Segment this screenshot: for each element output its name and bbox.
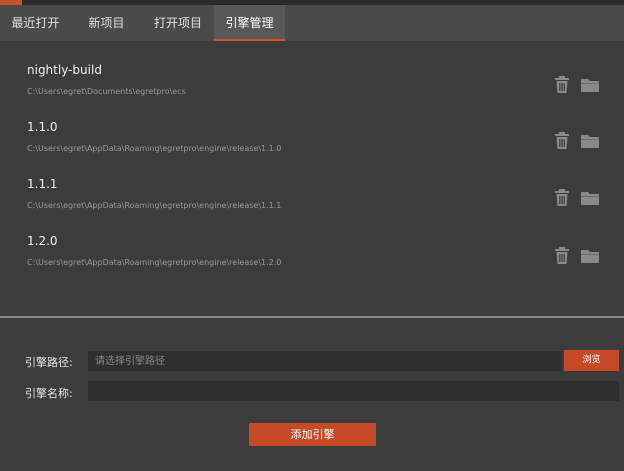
trash-icon[interactable] — [552, 131, 572, 151]
engine-name: 1.2.0 — [27, 234, 58, 248]
engine-path-input[interactable] — [88, 351, 562, 371]
trash-icon[interactable] — [552, 246, 572, 266]
tab-bar: 最近打开 新项目 打开项目 引擎管理 — [0, 5, 624, 41]
trash-icon[interactable] — [552, 75, 572, 95]
engine-name-label: 引擎名称: — [25, 387, 73, 400]
folder-icon[interactable] — [580, 131, 600, 151]
engine-item: 1.1.1 C:\Users\egret\AppData\Roaming\egr… — [0, 155, 624, 211]
tab-new-project[interactable]: 新项目 — [71, 5, 142, 41]
add-engine-form: 引擎路径: 浏览 引擎名称: 添加引擎 — [0, 318, 624, 471]
engine-list: nightly-build C:\Users\egret\Documents\e… — [0, 41, 624, 315]
engine-item: 1.1.0 C:\Users\egret\AppData\Roaming\egr… — [0, 98, 624, 154]
engine-path-label: 引擎路径: — [25, 356, 73, 369]
tab-open-project[interactable]: 打开项目 — [142, 5, 214, 41]
engine-item: nightly-build C:\Users\egret\Documents\e… — [0, 41, 624, 97]
engine-path: C:\Users\egret\AppData\Roaming\egretpro\… — [27, 201, 282, 210]
folder-icon[interactable] — [580, 75, 600, 95]
folder-icon[interactable] — [580, 188, 600, 208]
engine-name: 1.1.1 — [27, 177, 58, 191]
browse-button[interactable]: 浏览 — [564, 350, 619, 371]
engine-path: C:\Users\egret\AppData\Roaming\egretpro\… — [27, 144, 282, 153]
add-engine-button[interactable]: 添加引擎 — [249, 423, 376, 446]
tab-engine-management[interactable]: 引擎管理 — [214, 5, 285, 41]
engine-name: nightly-build — [27, 63, 102, 77]
engine-path: C:\Users\egret\Documents\egretpro\ecs — [27, 87, 186, 96]
tab-recent[interactable]: 最近打开 — [0, 5, 71, 41]
engine-name-input[interactable] — [88, 381, 619, 401]
trash-icon[interactable] — [552, 188, 572, 208]
engine-path: C:\Users\egret\AppData\Roaming\egretpro\… — [27, 258, 282, 267]
folder-icon[interactable] — [580, 246, 600, 266]
engine-name: 1.1.0 — [27, 120, 58, 134]
engine-item: 1.2.0 C:\Users\egret\AppData\Roaming\egr… — [0, 212, 624, 268]
